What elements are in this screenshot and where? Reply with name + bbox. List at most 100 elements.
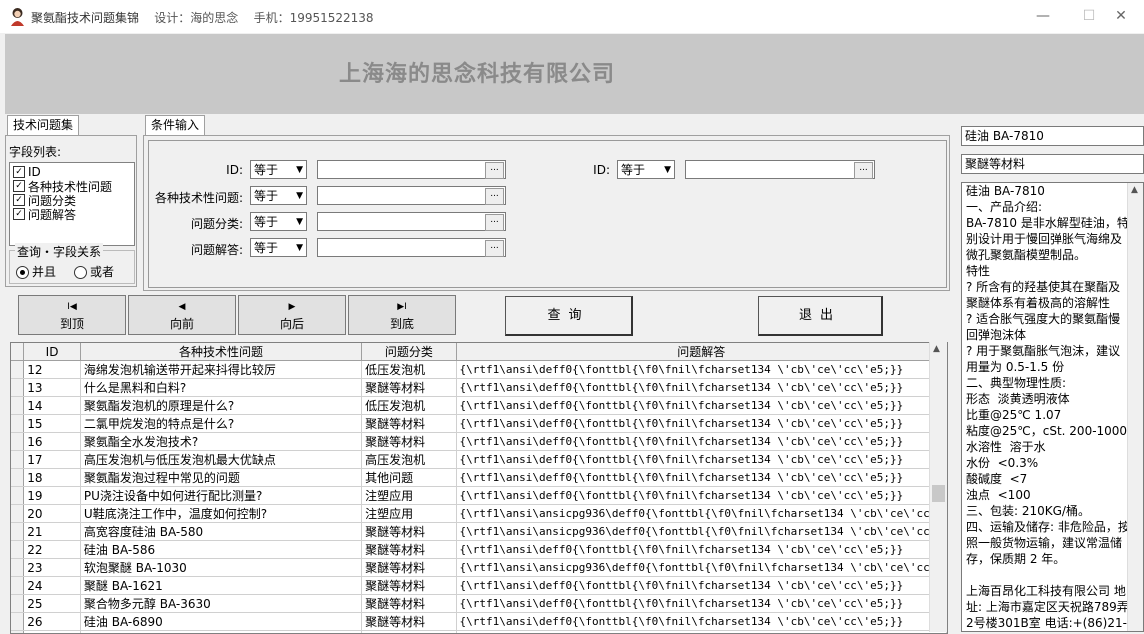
- cell-answer[interactable]: {\rtf1\ansi\deff0{\fonttbl{\f0\fnil\fcha…: [456, 487, 946, 505]
- cell-id[interactable]: 16: [24, 433, 81, 451]
- query-button[interactable]: 查询: [505, 296, 633, 336]
- cell-question[interactable]: 高压发泡机与低压发泡机最大优缺点: [80, 451, 361, 469]
- cell-answer[interactable]: {\rtf1\ansi\deff0{\fonttbl{\f0\fnil\fcha…: [456, 613, 946, 631]
- cell-id[interactable]: 27: [24, 631, 81, 634]
- cell-category[interactable]: 聚醚等材料: [362, 379, 456, 397]
- cell-answer[interactable]: {\rtf1\ansi\deff0{\fonttbl{\f0\fnil\fcha…: [456, 397, 946, 415]
- table-row[interactable]: 21高宽容度硅油 BA-580聚醚等材料{\rtf1\ansi\ansicpg9…: [11, 523, 947, 541]
- cell-category[interactable]: 注塑应用: [362, 505, 456, 523]
- cell-id[interactable]: 12: [24, 361, 81, 379]
- data-grid[interactable]: ID 各种技术性问题 问题分类 问题解答 12海绵发泡机输送带开起来抖得比较厉低…: [10, 342, 948, 634]
- cell-id[interactable]: 26: [24, 613, 81, 631]
- cell-question[interactable]: U鞋底浇注工作中，温度如何控制?: [80, 505, 361, 523]
- cell-category[interactable]: 低压发泡机: [362, 361, 456, 379]
- cell-question[interactable]: 海绵发泡机输送带开起来抖得比较厉: [80, 361, 361, 379]
- cell-question[interactable]: 聚氨酯发泡机的原理是什么?: [80, 397, 361, 415]
- grid-header-question[interactable]: 各种技术性问题: [80, 343, 361, 361]
- table-row[interactable]: 18聚氨酯发泡过程中常见的问题其他问题{\rtf1\ansi\deff0{\fo…: [11, 469, 947, 487]
- browse-button[interactable]: ...: [485, 214, 504, 231]
- table-row[interactable]: 24聚醚 BA-1621聚醚等材料{\rtf1\ansi\deff0{\font…: [11, 577, 947, 595]
- cell-answer[interactable]: {\rtf1\ansi\ansicpg936\deff0{\fonttbl{\f…: [456, 559, 946, 577]
- cell-category[interactable]: 聚醚等材料: [362, 541, 456, 559]
- cell-id[interactable]: 23: [24, 559, 81, 577]
- grid-header-answer[interactable]: 问题解答: [456, 343, 946, 361]
- cell-answer[interactable]: {\rtf1\ansi\deff0{\fonttbl{\f0\fnil\fcha…: [456, 595, 946, 613]
- cell-answer[interactable]: {\rtf1\ansi\deff0{\fonttbl{\f0\fnil\fcha…: [456, 361, 946, 379]
- close-button[interactable]: ✕: [1098, 0, 1144, 33]
- cell-question[interactable]: 二氯甲烷发泡的特点是什么?: [80, 415, 361, 433]
- cond-input-id[interactable]: ...: [317, 160, 506, 179]
- cell-question[interactable]: 聚醚 BA-1621: [80, 577, 361, 595]
- relation-or-radio[interactable]: 或者: [74, 263, 114, 280]
- cell-id[interactable]: 18: [24, 469, 81, 487]
- cond-op-category[interactable]: 等于▼: [250, 212, 307, 231]
- cell-answer[interactable]: {\rtf1\ansi\deff0{\fonttbl{\f0\fnil\fcha…: [456, 541, 946, 559]
- grid-header-category[interactable]: 问题分类: [362, 343, 456, 361]
- grid-header-id[interactable]: ID: [24, 343, 81, 361]
- detail-answer-memo[interactable]: 硅油 BA-7810 一、产品介绍: BA-7810 是非水解型硅油，特别设计用…: [961, 182, 1144, 632]
- cell-category[interactable]: 聚醚等材料: [362, 433, 456, 451]
- grid-vertical-scrollbar[interactable]: ▲: [929, 342, 947, 632]
- tab-tech-questions[interactable]: 技术问题集: [7, 115, 79, 135]
- cell-id[interactable]: 15: [24, 415, 81, 433]
- cell-answer[interactable]: {\rtf1\ansi\ansicpg936\deff0{\fonttbl{\f…: [456, 523, 946, 541]
- cell-answer[interactable]: {\rtf1\ansi\deff0{\fonttbl{\f0\fnil\fcha…: [456, 469, 946, 487]
- cell-id[interactable]: 19: [24, 487, 81, 505]
- table-row[interactable]: 14聚氨酯发泡机的原理是什么?低压发泡机{\rtf1\ansi\deff0{\f…: [11, 397, 947, 415]
- cell-category[interactable]: 聚醚等材料: [362, 595, 456, 613]
- last-record-button[interactable]: ▶I到底: [348, 295, 456, 335]
- browse-button[interactable]: ...: [854, 162, 873, 179]
- cell-category[interactable]: 高压发泡机: [362, 451, 456, 469]
- cond-input-question[interactable]: ...: [317, 186, 506, 205]
- cell-category[interactable]: 聚醚等材料: [362, 523, 456, 541]
- cell-id[interactable]: 17: [24, 451, 81, 469]
- cell-id[interactable]: 24: [24, 577, 81, 595]
- cond-op-answer[interactable]: 等于▼: [250, 238, 307, 257]
- field-item-answer[interactable]: ✓问题解答: [13, 207, 112, 221]
- cell-question[interactable]: 高宽容度硅油 BA-580: [80, 523, 361, 541]
- cell-answer[interactable]: {\rtf1\ansi\deff0{\fonttbl{\f0\fnil\fcha…: [456, 379, 946, 397]
- cell-answer[interactable]: {\rtf1\ansi\ansicpg936\deff0{\fonttbl{\f…: [456, 505, 946, 523]
- table-row[interactable]: 22硅油 BA-586聚醚等材料{\rtf1\ansi\deff0{\fontt…: [11, 541, 947, 559]
- cell-id[interactable]: 14: [24, 397, 81, 415]
- cond-input-id-right[interactable]: ...: [685, 160, 875, 179]
- table-row[interactable]: 25聚合物多元醇 BA-3630聚醚等材料{\rtf1\ansi\deff0{\…: [11, 595, 947, 613]
- cell-id[interactable]: 25: [24, 595, 81, 613]
- detail-category[interactable]: 聚醚等材料: [961, 154, 1144, 174]
- scroll-up-icon[interactable]: ▲: [933, 344, 940, 354]
- minimize-button[interactable]: —: [1020, 0, 1066, 33]
- cell-category[interactable]: 聚醚等材料: [362, 577, 456, 595]
- cell-answer[interactable]: {\rtf1\ansi\deff0{\fonttbl{\f0\fnil\fcha…: [456, 433, 946, 451]
- cell-question[interactable]: 硅油 BA-6890: [80, 613, 361, 631]
- cell-question[interactable]: 聚氨酯全水发泡技术?: [80, 433, 361, 451]
- cell-question[interactable]: 硅油 BA-7810: [80, 631, 361, 634]
- browse-button[interactable]: ...: [485, 240, 504, 257]
- cell-question[interactable]: 什么是黑料和白料?: [80, 379, 361, 397]
- cell-category[interactable]: 聚醚等材料: [362, 631, 456, 634]
- cond-input-category[interactable]: ...: [317, 212, 506, 231]
- table-row[interactable]: 23软泡聚醚 BA-1030聚醚等材料{\rtf1\ansi\ansicpg93…: [11, 559, 947, 577]
- cell-answer[interactable]: {\rtf1\ansi\deff0{\fonttbl{\f0\fnil\fcha…: [456, 451, 946, 469]
- cell-question[interactable]: 硅油 BA-586: [80, 541, 361, 559]
- memo-scrollbar[interactable]: ▲: [1127, 183, 1143, 632]
- table-row[interactable]: 12海绵发泡机输送带开起来抖得比较厉低压发泡机{\rtf1\ansi\deff0…: [11, 361, 947, 379]
- relation-and-radio[interactable]: 并且: [16, 263, 56, 280]
- table-row[interactable]: ▶27硅油 BA-7810聚醚等材料{\rtf1\ansi\deff0{\fon…: [11, 631, 947, 634]
- cond-op-id[interactable]: 等于▼: [250, 160, 307, 179]
- detail-question[interactable]: 硅油 BA-7810: [961, 126, 1144, 146]
- cell-id[interactable]: 20: [24, 505, 81, 523]
- cell-answer[interactable]: {\rtf1\ansi\deff0{\fonttbl{\f0\fnil\fcha…: [456, 631, 946, 634]
- first-record-button[interactable]: I◀到顶: [18, 295, 126, 335]
- cond-op-id-right[interactable]: 等于▼: [617, 160, 675, 179]
- cell-id[interactable]: 22: [24, 541, 81, 559]
- cell-question[interactable]: 聚合物多元醇 BA-3630: [80, 595, 361, 613]
- table-row[interactable]: 17高压发泡机与低压发泡机最大优缺点高压发泡机{\rtf1\ansi\deff0…: [11, 451, 947, 469]
- cell-category[interactable]: 注塑应用: [362, 487, 456, 505]
- cell-answer[interactable]: {\rtf1\ansi\deff0{\fonttbl{\f0\fnil\fcha…: [456, 415, 946, 433]
- table-row[interactable]: 13什么是黑料和白料?聚醚等材料{\rtf1\ansi\deff0{\fontt…: [11, 379, 947, 397]
- tab-condition-input[interactable]: 条件输入: [145, 115, 205, 135]
- cond-input-answer[interactable]: ...: [317, 238, 506, 257]
- cell-question[interactable]: 软泡聚醚 BA-1030: [80, 559, 361, 577]
- cell-category[interactable]: 低压发泡机: [362, 397, 456, 415]
- scroll-thumb[interactable]: [932, 485, 945, 502]
